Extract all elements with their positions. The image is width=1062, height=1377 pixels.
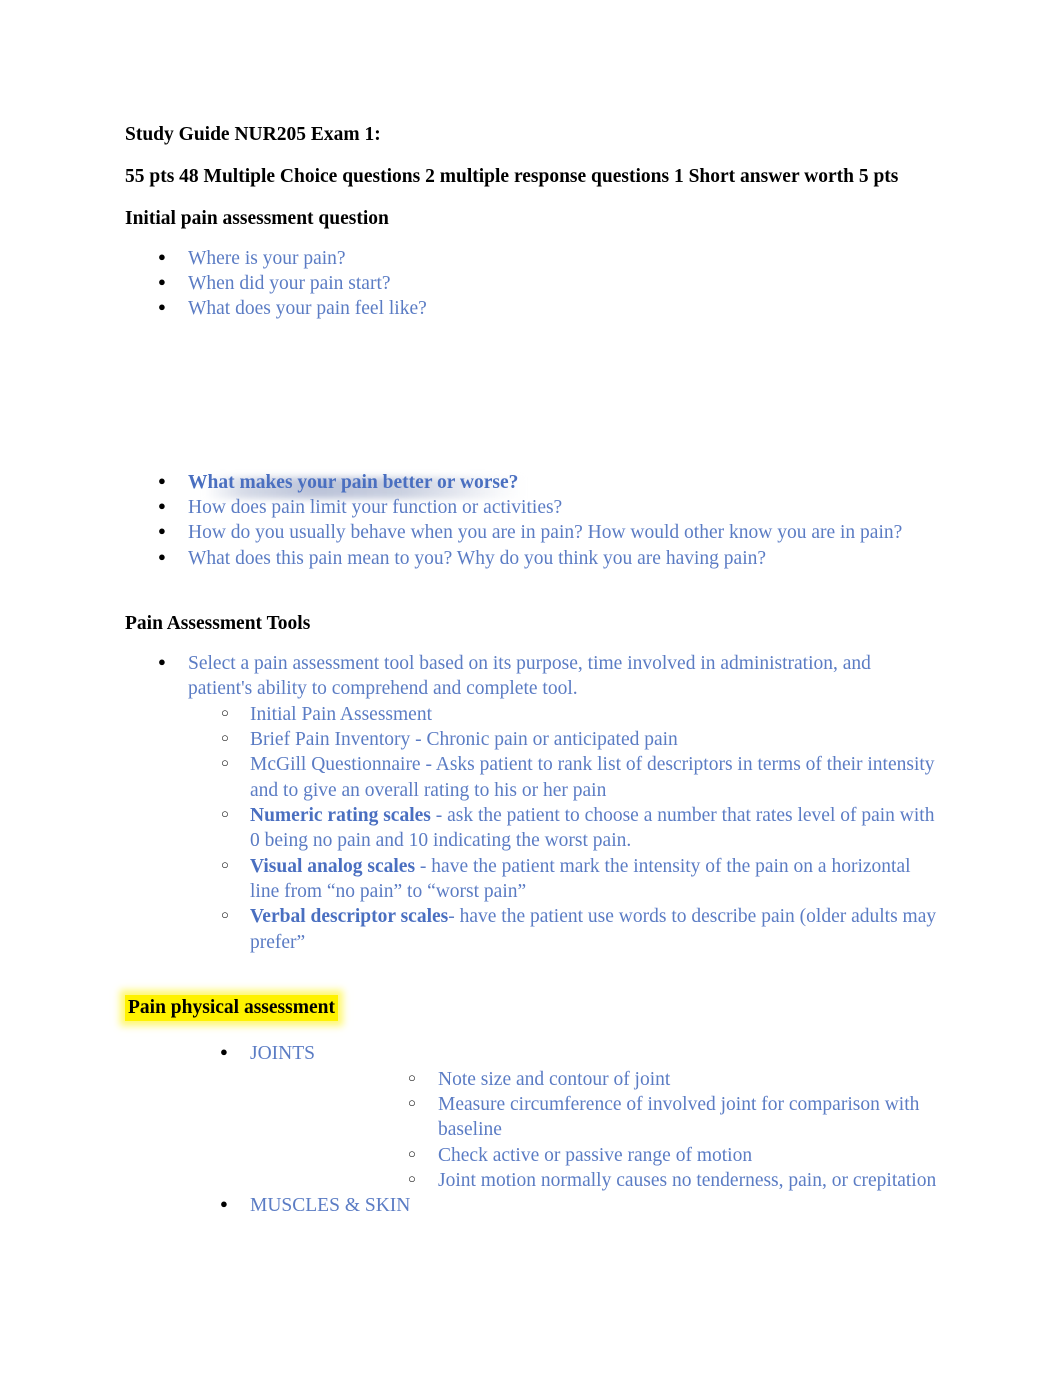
joint-item-text: Joint motion normally causes no tenderne… [438, 1169, 937, 1191]
list-item: What does this pain mean to you? Why do … [125, 545, 937, 571]
tool-label: Numeric rating scales [250, 805, 431, 827]
initial-questions-bottom-list: What makes your pain better or worse? Ho… [125, 469, 937, 571]
list-item: Initial Pain Assessment [188, 701, 937, 727]
question-text-emphasized: What makes your pain better or worse? [188, 471, 519, 493]
list-item: Where is your pain? [125, 245, 937, 271]
physical-assessment-groups: JOINTS Note size and contour of joint Me… [125, 1040, 937, 1218]
list-item: Brief Pain Inventory - Chronic pain or a… [188, 726, 937, 752]
list-item: Joint motion normally causes no tenderne… [250, 1167, 937, 1193]
list-item: JOINTS Note size and contour of joint Me… [125, 1040, 937, 1194]
list-item: How do you usually behave when you are i… [125, 519, 937, 545]
tool-label: Verbal descriptor scales [250, 906, 449, 928]
list-item: What does your pain feel like? [125, 295, 937, 321]
list-item: Verbal descriptor scales- have the patie… [188, 903, 937, 955]
section-heading-pain-assessment-tools: Pain Assessment Tools [125, 613, 311, 635]
list-item: MUSCLES & SKIN [125, 1192, 937, 1218]
question-text: How does pain limit your function or act… [188, 497, 563, 519]
blank-space [125, 322, 937, 470]
section-heading-pain-physical-assessment-wrap: Pain physical assessment [125, 995, 338, 1022]
list-item: Select a pain assessment tool based on i… [125, 650, 937, 955]
question-text: When did your pain start? [188, 273, 391, 295]
section-heading-initial-pain: Initial pain assessment question [125, 207, 389, 229]
tool-text: Initial Pain Assessment [250, 703, 432, 725]
tool-text: McGill Questionnaire - Asks patient to r… [250, 754, 935, 801]
joint-item-text: Note size and contour of joint [438, 1068, 671, 1090]
blank-space [125, 571, 937, 611]
document-subtitle: 55 pts 48 Multiple Choice questions 2 mu… [125, 165, 899, 187]
list-item: Measure circumference of involved joint … [250, 1091, 937, 1143]
group-label-muscles-skin: MUSCLES & SKIN [250, 1195, 411, 1217]
pain-tools-list: Select a pain assessment tool based on i… [125, 650, 937, 955]
list-item: When did your pain start? [125, 270, 937, 296]
list-item: Visual analog scales - have the patient … [188, 853, 937, 905]
joint-item-text: Measure circumference of involved joint … [438, 1093, 920, 1141]
initial-questions-top-list: Where is your pain? When did your pain s… [125, 245, 937, 322]
list-item: Note size and contour of joint [250, 1065, 937, 1092]
joint-item-text: Check active or passive range of motion [438, 1144, 753, 1166]
group-label-joints: JOINTS [250, 1043, 316, 1065]
question-text: Where is your pain? [188, 247, 346, 269]
question-text: What does this pain mean to you? Why do … [188, 547, 767, 569]
pain-tools-sublist: Initial Pain Assessment Brief Pain Inven… [188, 701, 937, 955]
list-item: McGill Questionnaire - Asks patient to r… [188, 751, 937, 803]
document-title: Study Guide NUR205 Exam 1: [125, 124, 381, 145]
list-item: Check active or passive range of motion [250, 1142, 937, 1168]
blank-space [125, 1019, 937, 1041]
list-item: What makes your pain better or worse? [125, 469, 937, 495]
document-body: Study Guide NUR205 Exam 1: 55 pts 48 Mul… [125, 122, 937, 1219]
joints-sublist: Note size and contour of joint Measure c… [250, 1065, 937, 1194]
tools-intro-text: Select a pain assessment tool based on i… [188, 653, 871, 700]
list-item: Numeric rating scales - ask the patient … [188, 802, 937, 854]
section-heading-pain-physical-assessment: Pain physical assessment [125, 995, 338, 1022]
question-text: How do you usually behave when you are i… [188, 522, 903, 544]
document-page: Study Guide NUR205 Exam 1: 55 pts 48 Mul… [0, 0, 1062, 1377]
tool-text: Brief Pain Inventory - Chronic pain or a… [250, 729, 678, 751]
tool-label: Visual analog scales [250, 855, 416, 877]
question-text: What does your pain feel like? [188, 298, 427, 320]
blank-space [125, 955, 937, 997]
list-item: How does pain limit your function or act… [125, 494, 937, 520]
